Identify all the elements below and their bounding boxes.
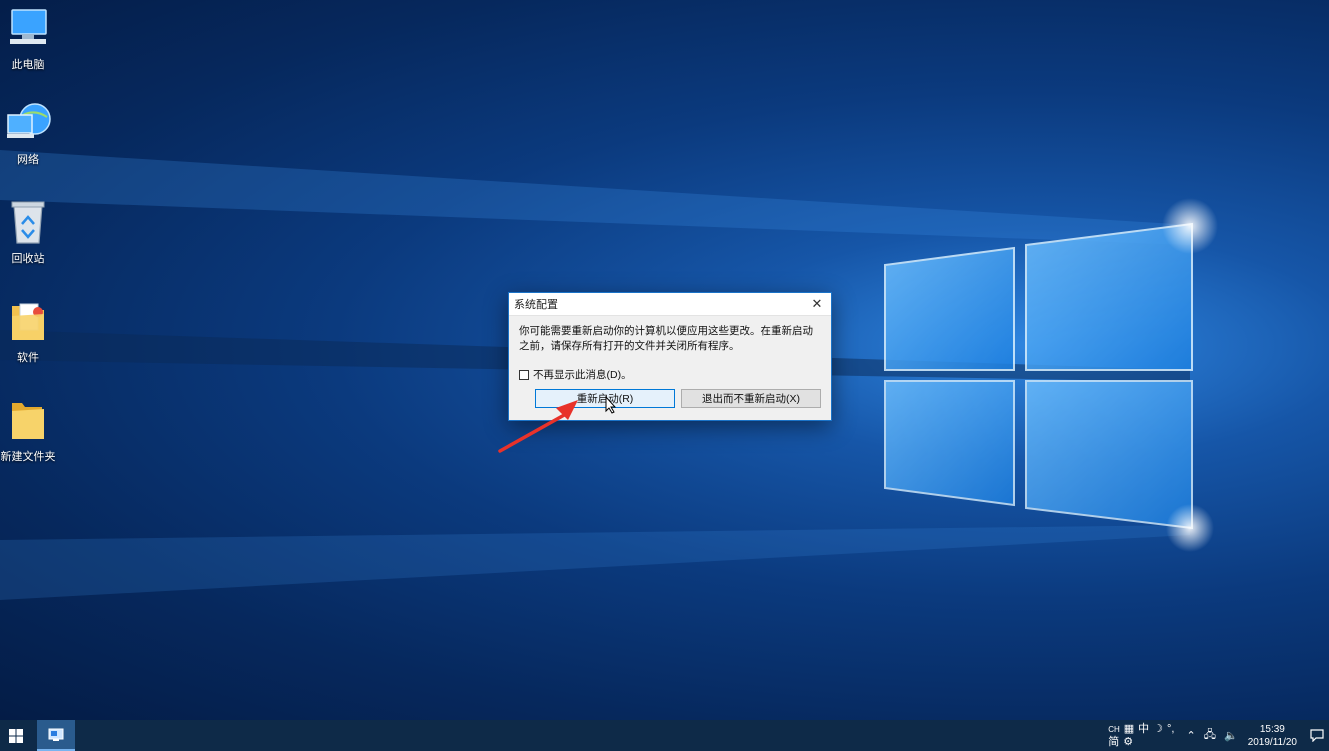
network-icon <box>4 99 52 147</box>
desktop[interactable]: 此电脑 网络 回收站 软件 新建文件夹 系统配置 ✕ 你可能需要重新启动你的计算… <box>0 0 1329 720</box>
start-button[interactable] <box>0 720 32 751</box>
taskbar: CH ▦ 中 ☽ °, 简 ⚙ ⌃ 🖧 🔈 15:39 2019/11/20 <box>0 720 1329 751</box>
ime-grid-icon: ▦ <box>1123 722 1135 735</box>
checkbox-label: 不再显示此消息(D)。 <box>533 369 632 381</box>
volume-icon[interactable]: 🔈 <box>1224 729 1238 742</box>
desktop-icon-software-folder[interactable]: 软件 <box>0 297 56 365</box>
network-status-icon[interactable]: 🖧 <box>1204 726 1216 745</box>
recycle-bin-icon <box>4 198 52 246</box>
chevron-up-icon[interactable]: ⌃ <box>1187 729 1196 742</box>
taskbar-app-system-config[interactable] <box>37 720 75 751</box>
system-config-app-icon <box>48 728 64 741</box>
gear-icon: ⚙ <box>1123 735 1134 748</box>
dialog-message: 你可能需要重新启动你的计算机以便应用这些更改。在重新启动之前，请保存所有打开的文… <box>519 325 813 352</box>
folder-icon <box>4 396 52 444</box>
ime-mode: 中 <box>1138 722 1150 735</box>
close-icon[interactable]: ✕ <box>803 293 831 315</box>
moon-icon: ☽ <box>1153 722 1164 735</box>
windows-logo-icon <box>9 728 23 743</box>
ime-lang: CH <box>1108 724 1120 734</box>
desktop-icon-network[interactable]: 网络 <box>0 99 56 167</box>
dont-show-again-checkbox-row[interactable]: 不再显示此消息(D)。 <box>519 367 632 382</box>
notification-center-icon[interactable] <box>1305 720 1329 751</box>
ime-indicator[interactable]: CH ▦ 中 ☽ °, 简 ⚙ <box>1108 723 1174 749</box>
mouse-cursor-icon <box>605 396 617 414</box>
system-tray: CH ▦ 中 ☽ °, 简 ⚙ ⌃ 🖧 🔈 15:39 2019/11/20 <box>1108 720 1329 751</box>
clock-date: 2019/11/20 <box>1247 736 1297 748</box>
computer-icon <box>4 4 52 52</box>
folder-icon <box>4 297 52 345</box>
punctuation-icon: °, <box>1167 722 1175 735</box>
dont-show-again-checkbox[interactable] <box>519 369 529 380</box>
desktop-icon-new-folder[interactable]: 新建文件夹 <box>0 396 56 464</box>
dialog-titlebar[interactable]: 系统配置 ✕ <box>509 293 831 316</box>
dialog-title: 系统配置 <box>514 299 558 311</box>
desktop-icon-recycle-bin[interactable]: 回收站 <box>0 198 56 266</box>
clock[interactable]: 15:39 2019/11/20 <box>1248 723 1297 749</box>
ime-script: 简 <box>1108 735 1120 748</box>
exit-without-restart-button[interactable]: 退出而不重新启动(X) <box>681 389 821 408</box>
desktop-icon-this-pc[interactable]: 此电脑 <box>0 4 56 72</box>
clock-time: 15:39 <box>1259 723 1285 735</box>
system-config-dialog: 系统配置 ✕ 你可能需要重新启动你的计算机以便应用这些更改。在重新启动之前，请保… <box>508 292 832 421</box>
